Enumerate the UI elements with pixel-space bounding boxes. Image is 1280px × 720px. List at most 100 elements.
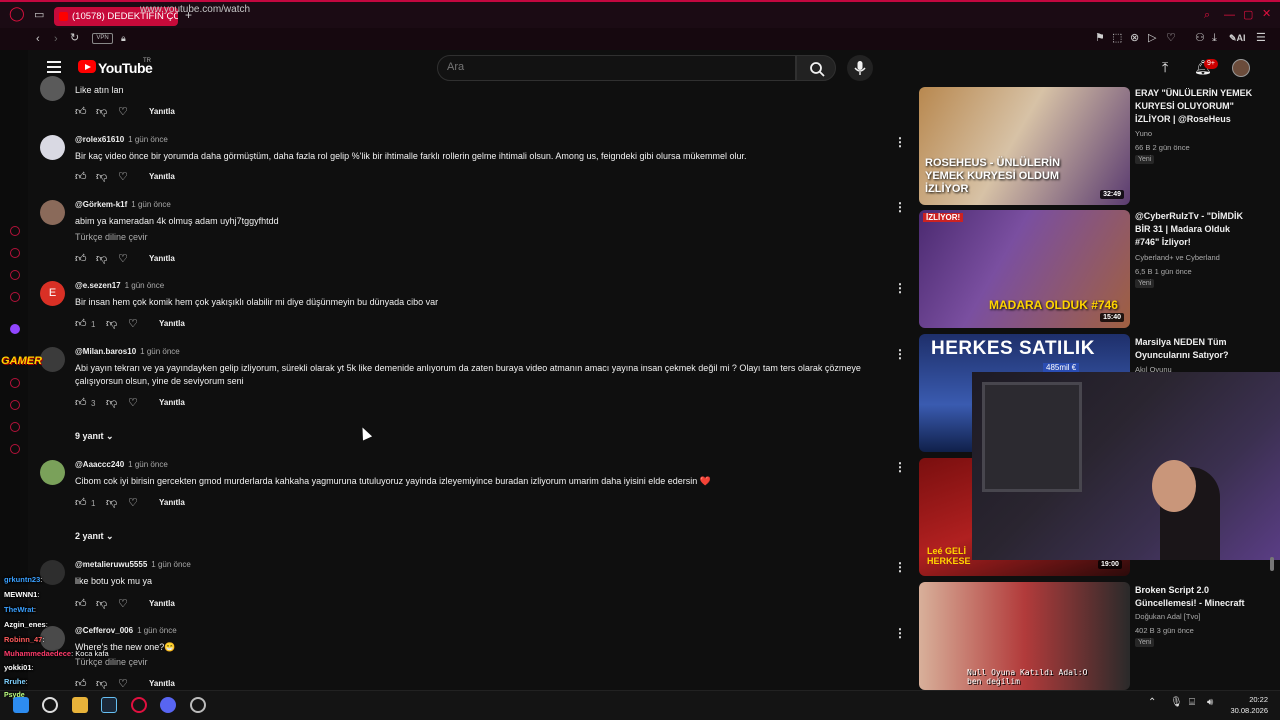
maximize-icon[interactable]: ▢ xyxy=(1243,8,1253,22)
snapshot-icon[interactable]: ⬚ xyxy=(1112,31,1122,45)
heart-icon[interactable]: ♡ xyxy=(118,253,128,265)
commenter-avatar[interactable] xyxy=(40,76,65,101)
chevron-up-icon[interactable]: ⌃ xyxy=(1148,697,1156,708)
reply-button[interactable]: Yanıtla xyxy=(149,107,175,116)
recommended-video[interactable]: İZLİYOR! MADARA OLDUK #746 15:40 @CyberR… xyxy=(919,210,1259,328)
search-icon[interactable] xyxy=(42,697,58,713)
sidebar-app-icon[interactable] xyxy=(10,378,20,388)
download-icon[interactable]: ⤓ xyxy=(1212,31,1217,45)
commenter-avatar[interactable] xyxy=(40,135,65,160)
minimize-icon[interactable]: — xyxy=(1224,8,1235,22)
heart-icon[interactable]: ♡ xyxy=(118,598,128,610)
channel-name[interactable]: Cyberland+ ve Cyberland xyxy=(1135,253,1220,262)
scrollbar-thumb[interactable] xyxy=(1270,557,1274,571)
comment-menu-icon[interactable]: ⋮ xyxy=(894,460,906,474)
forward-icon[interactable]: › xyxy=(54,32,58,46)
reply-button[interactable]: Yanıtla xyxy=(149,599,175,608)
sidebar-app-icon[interactable] xyxy=(10,248,20,258)
like-icon[interactable]: 👍︎ xyxy=(75,106,87,118)
commenter-avatar[interactable]: E xyxy=(40,281,65,306)
sidebar-app-icon[interactable] xyxy=(10,226,20,236)
reply-button[interactable]: Yanıtla xyxy=(159,498,185,507)
settings-icon[interactable] xyxy=(10,444,20,454)
microphone-icon[interactable]: 🎙︎ xyxy=(1170,697,1183,708)
network-icon[interactable]: ⌸ xyxy=(1189,697,1195,708)
comment-author[interactable]: @e.sezen17 xyxy=(75,281,121,290)
comment-time[interactable]: 1 gün önce xyxy=(137,626,177,635)
discord-icon[interactable] xyxy=(160,697,176,713)
recommended-video[interactable]: ROSEHEUS - ÜNLÜLERİN YEMEK KURYESİ OLDUM… xyxy=(919,87,1259,205)
comment-menu-icon[interactable]: ⋮ xyxy=(894,626,906,640)
video-title[interactable]: Marsilya NEDEN Tüm Oyuncularını Satıyor? xyxy=(1135,336,1255,362)
twitch-icon[interactable] xyxy=(10,324,20,334)
heart-icon[interactable]: ♡ xyxy=(118,106,128,118)
channel-name[interactable]: Doğukan Adal [Tvo] xyxy=(1135,612,1200,621)
like-icon[interactable]: 👍︎ xyxy=(75,253,87,265)
comment-menu-icon[interactable]: ⋮ xyxy=(894,135,906,149)
vpn-badge[interactable]: VPN xyxy=(92,33,113,44)
replies-toggle[interactable]: 9 yanıt ⌄ xyxy=(75,431,114,442)
comment-time[interactable]: 1 gün önce xyxy=(140,347,180,356)
comment-menu-icon[interactable]: ⋮ xyxy=(894,347,906,361)
profile-icon[interactable]: ⚇ xyxy=(1195,31,1205,45)
comment-author[interactable]: @Milan.baros10 xyxy=(75,347,136,356)
comment-time[interactable]: 1 gün önce xyxy=(128,135,168,144)
menu-icon[interactable] xyxy=(47,61,61,73)
heart-icon[interactable]: ♡ xyxy=(128,497,138,509)
search-input[interactable] xyxy=(447,61,777,73)
like-icon[interactable]: 👍︎ xyxy=(75,171,87,183)
video-thumbnail[interactable]: Null Oyuna Katıldı Adal:O ben değilim xyxy=(919,582,1130,690)
comment-author[interactable]: @rolex61610 xyxy=(75,135,124,144)
replies-toggle[interactable]: 2 yanıt ⌄ xyxy=(75,531,114,542)
close-window-icon[interactable]: ✕ xyxy=(1262,7,1271,21)
heart-icon[interactable]: ♡ xyxy=(118,171,128,183)
app-icon[interactable] xyxy=(190,697,206,713)
comment-menu-icon[interactable]: ⋮ xyxy=(894,560,906,574)
volume-icon[interactable]: 🔊︎ xyxy=(1207,697,1213,708)
aria-ai-button[interactable]: ✎AI xyxy=(1229,31,1246,45)
video-thumbnail[interactable]: ROSEHEUS - ÜNLÜLERİN YEMEK KURYESİ OLDUM… xyxy=(919,87,1130,205)
bookmark-icon[interactable]: ⚑ xyxy=(1095,31,1105,45)
video-popout-icon[interactable]: ▷ xyxy=(1148,31,1156,45)
reply-button[interactable]: Yanıtla xyxy=(149,172,175,181)
comment-time[interactable]: 1 gün önce xyxy=(131,200,171,209)
translate-link[interactable]: Türkçe diline çevir xyxy=(75,232,148,242)
heart-icon[interactable]: ♡ xyxy=(118,678,128,690)
sidebar-app-icon[interactable] xyxy=(10,422,20,432)
account-avatar[interactable] xyxy=(1232,59,1250,77)
lock-icon[interactable]: 🔒︎ xyxy=(121,31,126,45)
dislike-icon[interactable]: 👎︎ xyxy=(106,497,117,509)
comment-menu-icon[interactable]: ⋮ xyxy=(894,281,906,295)
heart-icon[interactable]: ♡ xyxy=(128,318,138,330)
adblock-icon[interactable]: ⊗ xyxy=(1130,31,1139,45)
heart-icon[interactable]: ♡ xyxy=(128,397,138,409)
commenter-avatar[interactable] xyxy=(40,460,65,485)
video-thumbnail[interactable]: İZLİYOR! MADARA OLDUK #746 15:40 xyxy=(919,210,1130,328)
comment-menu-icon[interactable]: ⋮ xyxy=(894,200,906,214)
commenter-avatar[interactable] xyxy=(40,200,65,225)
opera-logo-icon[interactable]: ◯ xyxy=(9,6,25,20)
like-icon[interactable]: 👍︎ xyxy=(75,397,87,409)
easy-setup-icon[interactable]: ☰ xyxy=(1256,31,1266,45)
upload-icon[interactable]: ⤒ xyxy=(1162,59,1168,76)
youtube-logo-icon[interactable] xyxy=(78,60,96,73)
reply-button[interactable]: Yanıtla xyxy=(159,398,185,407)
steam-icon[interactable] xyxy=(101,697,117,713)
back-icon[interactable]: ‹ xyxy=(36,32,40,46)
file-explorer-icon[interactable] xyxy=(72,697,88,713)
windows-start-icon[interactable] xyxy=(13,697,29,713)
search-tabs-icon[interactable]: ⌕ xyxy=(1204,8,1210,22)
dislike-icon[interactable]: 👎︎ xyxy=(96,106,107,118)
dislike-icon[interactable]: 👎︎ xyxy=(96,171,107,183)
comment-time[interactable]: 1 gün önce xyxy=(151,560,191,569)
url-field[interactable]: www.youtube.com/watch xyxy=(140,4,250,15)
reply-button[interactable]: Yanıtla xyxy=(149,254,175,263)
channel-name[interactable]: Yuno xyxy=(1135,129,1152,138)
tab-manager-icon[interactable]: ▭ xyxy=(34,8,44,22)
video-title[interactable]: @CyberRulzTv - "DİMDİK BİR 31 | Madara O… xyxy=(1135,210,1255,249)
sidebar-app-icon[interactable] xyxy=(10,292,20,302)
recommended-video[interactable]: Null Oyuna Katıldı Adal:O ben değilim Br… xyxy=(919,582,1259,690)
like-icon[interactable]: 👍︎ xyxy=(75,497,87,509)
comment-time[interactable]: 1 gün önce xyxy=(125,281,165,290)
opera-gx-icon[interactable] xyxy=(131,697,147,713)
